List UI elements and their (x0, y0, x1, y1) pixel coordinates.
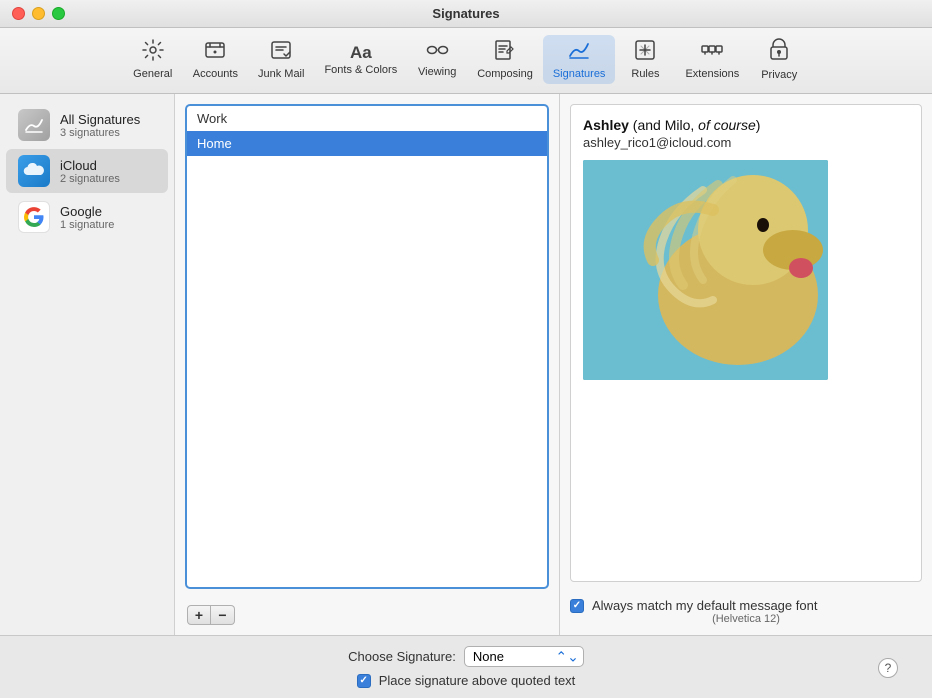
google-icon (18, 201, 50, 233)
add-signature-button[interactable]: + (187, 605, 211, 625)
extensions-icon (700, 39, 724, 65)
icloud-text: iCloud 2 signatures (60, 158, 120, 185)
accounts-icon (204, 39, 226, 65)
bottom-bar: Choose Signature: None Work Home Random … (0, 635, 932, 698)
general-label: General (133, 68, 172, 80)
toolbar-item-junk-mail[interactable]: Junk Mail (248, 35, 314, 84)
toolbar-item-privacy[interactable]: Privacy (749, 34, 809, 85)
sidebar: All Signatures 3 signatures iCloud 2 sig… (0, 94, 175, 635)
all-signatures-icon (18, 109, 50, 141)
toolbar-item-composing[interactable]: Composing (467, 35, 543, 84)
font-match-checkbox[interactable] (570, 599, 584, 613)
place-signature-label: Place signature above quoted text (379, 673, 576, 688)
google-text: Google 1 signature (60, 204, 114, 231)
signature-name-middle: (and Milo, (629, 117, 698, 133)
signature-name-italic: of course (698, 117, 756, 133)
choose-signature-row: Choose Signature: None Work Home Random … (348, 646, 584, 667)
choose-signature-select-wrapper[interactable]: None Work Home Random ⌃⌄ (464, 646, 584, 667)
all-signatures-name: All Signatures (60, 112, 140, 127)
privacy-icon (768, 38, 790, 66)
composing-label: Composing (477, 68, 533, 80)
minimize-button[interactable] (32, 7, 45, 20)
help-button[interactable]: ? (878, 658, 898, 678)
window-title: Signatures (432, 6, 499, 21)
font-match-label: Always match my default message font (592, 598, 817, 613)
rules-icon (634, 39, 656, 65)
signatures-list[interactable]: Work Home (185, 104, 549, 589)
icloud-count: 2 signatures (60, 173, 120, 185)
toolbar-item-rules[interactable]: Rules (615, 35, 675, 84)
all-signatures-count: 3 signatures (60, 127, 140, 139)
fonts-colors-label: Fonts & Colors (324, 64, 397, 76)
place-signature-checkbox[interactable] (357, 674, 371, 688)
font-match-row: Always match my default message font (570, 598, 922, 613)
toolbar-item-signatures[interactable]: Signatures (543, 35, 616, 84)
signature-item-work[interactable]: Work (187, 106, 547, 131)
choose-signature-select[interactable]: None Work Home Random (464, 646, 584, 667)
signature-preview: Ashley (and Milo, of course) ashley_rico… (570, 104, 922, 582)
sidebar-item-google[interactable]: Google 1 signature (6, 195, 168, 239)
toolbar-item-extensions[interactable]: Extensions (675, 35, 749, 84)
traffic-lights (12, 7, 65, 20)
font-match-section: Always match my default message font (He… (570, 590, 922, 625)
toolbar-item-accounts[interactable]: Accounts (183, 35, 248, 84)
icloud-icon (18, 155, 50, 187)
accounts-label: Accounts (193, 68, 238, 80)
remove-signature-button[interactable]: − (211, 605, 235, 625)
center-panel: Work Home + − (175, 94, 560, 635)
bottom-section: Choose Signature: None Work Home Random … (20, 646, 912, 688)
extensions-label: Extensions (685, 68, 739, 80)
viewing-label: Viewing (418, 66, 456, 78)
signature-name-end: ) (756, 117, 761, 133)
fonts-colors-icon: Aa (350, 44, 372, 61)
signature-item-home[interactable]: Home (187, 131, 547, 156)
signature-email: ashley_rico1@icloud.com (583, 135, 909, 150)
general-icon (142, 39, 164, 65)
sidebar-item-icloud[interactable]: iCloud 2 signatures (6, 149, 168, 193)
dog-photo (583, 160, 828, 380)
composing-icon (494, 39, 516, 65)
viewing-icon (424, 41, 450, 63)
all-signatures-text: All Signatures 3 signatures (60, 112, 140, 139)
sidebar-item-all-signatures[interactable]: All Signatures 3 signatures (6, 103, 168, 147)
signature-name-bold: Ashley (583, 117, 629, 133)
right-panel: Ashley (and Milo, of course) ashley_rico… (560, 94, 932, 635)
signature-dog-image (583, 160, 828, 380)
toolbar-item-viewing[interactable]: Viewing (407, 37, 467, 82)
toolbar-item-fonts-colors[interactable]: Aa Fonts & Colors (314, 40, 407, 80)
junk-mail-icon (270, 39, 292, 65)
close-button[interactable] (12, 7, 25, 20)
list-controls: + − (175, 599, 559, 635)
maximize-button[interactable] (52, 7, 65, 20)
signatures-icon (567, 39, 591, 65)
signatures-label: Signatures (553, 68, 606, 80)
rules-label: Rules (631, 68, 659, 80)
google-count: 1 signature (60, 219, 114, 231)
toolbar: General Accounts Junk Mail Aa Fonts & Co… (0, 28, 932, 94)
title-bar: Signatures (0, 0, 932, 28)
main-content: All Signatures 3 signatures iCloud 2 sig… (0, 94, 932, 635)
signature-name-line: Ashley (and Milo, of course) (583, 117, 909, 133)
junk-mail-label: Junk Mail (258, 68, 304, 80)
icloud-name: iCloud (60, 158, 120, 173)
privacy-label: Privacy (761, 69, 797, 81)
google-name: Google (60, 204, 114, 219)
place-signature-row: Place signature above quoted text (357, 673, 576, 688)
toolbar-item-general[interactable]: General (123, 35, 183, 84)
choose-signature-label: Choose Signature: (348, 649, 456, 664)
font-match-sub: (Helvetica 12) (570, 613, 922, 625)
